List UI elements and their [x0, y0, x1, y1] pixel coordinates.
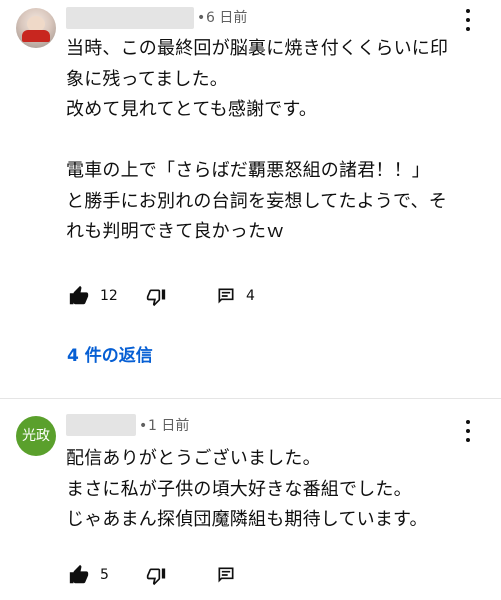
like-button[interactable]: 5 — [68, 563, 109, 587]
like-count: 12 — [100, 288, 118, 304]
comment-icon — [218, 567, 234, 583]
comment-date: 6 日前 — [206, 10, 248, 26]
reply-count: 4 — [246, 288, 255, 304]
dislike-button[interactable] — [146, 285, 166, 309]
comment-date: 1 日前 — [148, 418, 190, 434]
more-vert-icon[interactable] — [463, 9, 473, 31]
reply-button[interactable] — [216, 563, 236, 587]
author-name-redacted[interactable] — [66, 7, 194, 29]
comment-text: 当時、この最終回が脳裏に焼き付くくらいに印 象に残ってました。 改めて見れてとて… — [66, 38, 449, 242]
like-button[interactable]: 12 — [68, 284, 118, 308]
reply-button[interactable]: 4 — [216, 284, 255, 308]
comment-text: 配信ありがとうございました。 まさに私が子供の頃大好きな番組でした。 じゃあまん… — [66, 448, 428, 530]
comment-2: 光政 • 1 日前 配信ありがとうございました。 まさに私が子供の頃大好きな番組… — [0, 400, 501, 600]
author-name-redacted[interactable] — [66, 414, 136, 436]
avatar[interactable]: 光政 — [16, 416, 56, 456]
divider — [0, 398, 501, 399]
dislike-button[interactable] — [146, 564, 166, 588]
meta-separator: • — [197, 10, 206, 26]
comment-icon — [218, 288, 234, 304]
comment-1: • 6 日前 当時、この最終回が脳裏に焼き付くくらいに印 象に残ってました。 改… — [0, 0, 501, 400]
more-vert-icon[interactable] — [463, 420, 473, 442]
thumb-up-icon — [69, 564, 89, 584]
thumb-up-icon — [69, 285, 89, 305]
like-count: 5 — [100, 567, 109, 583]
thumb-down-icon — [146, 568, 166, 586]
view-replies-link[interactable]: 4 件の返信 — [67, 344, 153, 368]
meta-separator: • — [139, 418, 148, 434]
comments-panel: • 6 日前 当時、この最終回が脳裏に焼き付くくらいに印 象に残ってました。 改… — [0, 0, 501, 600]
thumb-down-icon — [146, 289, 166, 307]
avatar[interactable] — [16, 8, 56, 48]
